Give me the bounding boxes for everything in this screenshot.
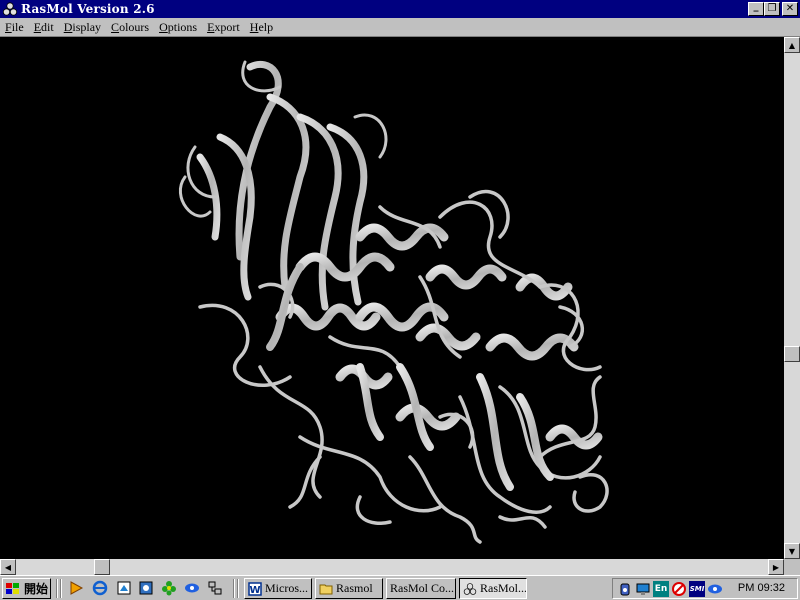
restore-icon: ❐ [767, 3, 777, 14]
horizontal-scroll-thumb[interactable] [94, 559, 110, 575]
vertical-scroll-thumb[interactable] [784, 346, 800, 362]
window-title: RasMol Version 2.6 [21, 2, 155, 16]
task-label: RasMol Co... [390, 581, 455, 595]
minimize-icon: _ [753, 1, 759, 12]
task-button-rasmol-folder[interactable]: Rasmol [315, 578, 383, 599]
taskbar: 開始 W Micros... Rasmol RasMol Co... RasMo… [0, 575, 800, 600]
menu-edit[interactable]: Edit [29, 18, 59, 37]
eye-icon[interactable] [184, 580, 200, 596]
right-arrow-icon: ▶ [772, 562, 780, 572]
close-button[interactable]: ✕ [782, 2, 798, 16]
eye-tray-icon[interactable] [707, 581, 723, 597]
up-arrow-icon: ▲ [788, 40, 796, 50]
display-settings-icon[interactable] [635, 581, 651, 597]
molecule-viewer[interactable] [0, 37, 784, 559]
minimize-button[interactable]: _ [748, 2, 764, 16]
taskbar-separator [237, 579, 239, 598]
rasmol-app-icon[interactable] [2, 1, 18, 17]
scroll-down-button[interactable]: ▼ [784, 543, 800, 559]
menu-display[interactable]: Display [59, 18, 106, 37]
taskbar-separator [233, 579, 235, 598]
task-label: RasMol... [480, 581, 527, 595]
language-indicator[interactable]: En [653, 581, 669, 597]
folder-icon [319, 584, 333, 594]
ie-icon[interactable] [92, 580, 108, 596]
task-label: Micros... [265, 581, 308, 595]
taskbar-separator [60, 579, 62, 598]
task-label: Rasmol [336, 581, 373, 595]
restore-button[interactable]: ❐ [764, 2, 780, 16]
system-tray: En SMI PM 09:32 [612, 578, 798, 599]
rasmol-icon [463, 582, 477, 595]
start-label: 開始 [24, 582, 49, 596]
svg-text:W: W [249, 585, 260, 596]
task-button-microsoft[interactable]: W Micros... [244, 578, 312, 599]
left-arrow-icon: ◀ [4, 562, 12, 572]
menu-file[interactable]: File [0, 18, 29, 37]
no-entry-icon[interactable] [671, 581, 687, 597]
windows-logo-icon [6, 582, 19, 594]
desktop-icon[interactable] [116, 580, 132, 596]
channels-icon[interactable] [138, 580, 154, 596]
scrollbar-corner [784, 559, 800, 575]
taskbar-separator [56, 579, 58, 598]
word-icon: W [248, 581, 262, 596]
task-button-rasmol-command[interactable]: RasMol Co... [386, 578, 456, 599]
smi-badge[interactable]: SMI [689, 581, 705, 597]
network-icon[interactable] [207, 580, 223, 596]
scroll-left-button[interactable]: ◀ [0, 559, 16, 575]
protein-ribbon [178, 60, 609, 544]
vertical-scrollbar[interactable]: ▲ ▼ [784, 37, 800, 559]
menu-help[interactable]: Help [245, 18, 278, 37]
close-icon: ✕ [785, 3, 795, 14]
scroll-up-button[interactable]: ▲ [784, 37, 800, 53]
media-player-icon[interactable] [68, 580, 84, 596]
menu-options[interactable]: Options [154, 18, 202, 37]
menu-colours[interactable]: Colours [106, 18, 154, 37]
flower-icon[interactable] [161, 580, 177, 596]
scroll-right-button[interactable]: ▶ [768, 559, 784, 575]
speaker-icon[interactable] [617, 581, 633, 597]
task-button-rasmol-active[interactable]: RasMol... [459, 578, 527, 599]
down-arrow-icon: ▼ [788, 546, 796, 556]
horizontal-scrollbar[interactable]: ◀ ▶ [0, 559, 784, 575]
menu-export[interactable]: Export [202, 18, 245, 37]
title-bar[interactable]: RasMol Version 2.6 _ ❐ ✕ [0, 0, 800, 18]
clock[interactable]: PM 09:32 [738, 582, 785, 594]
menu-bar: File Edit Display Colours Options Export… [0, 18, 800, 37]
start-button[interactable]: 開始 [2, 578, 51, 599]
